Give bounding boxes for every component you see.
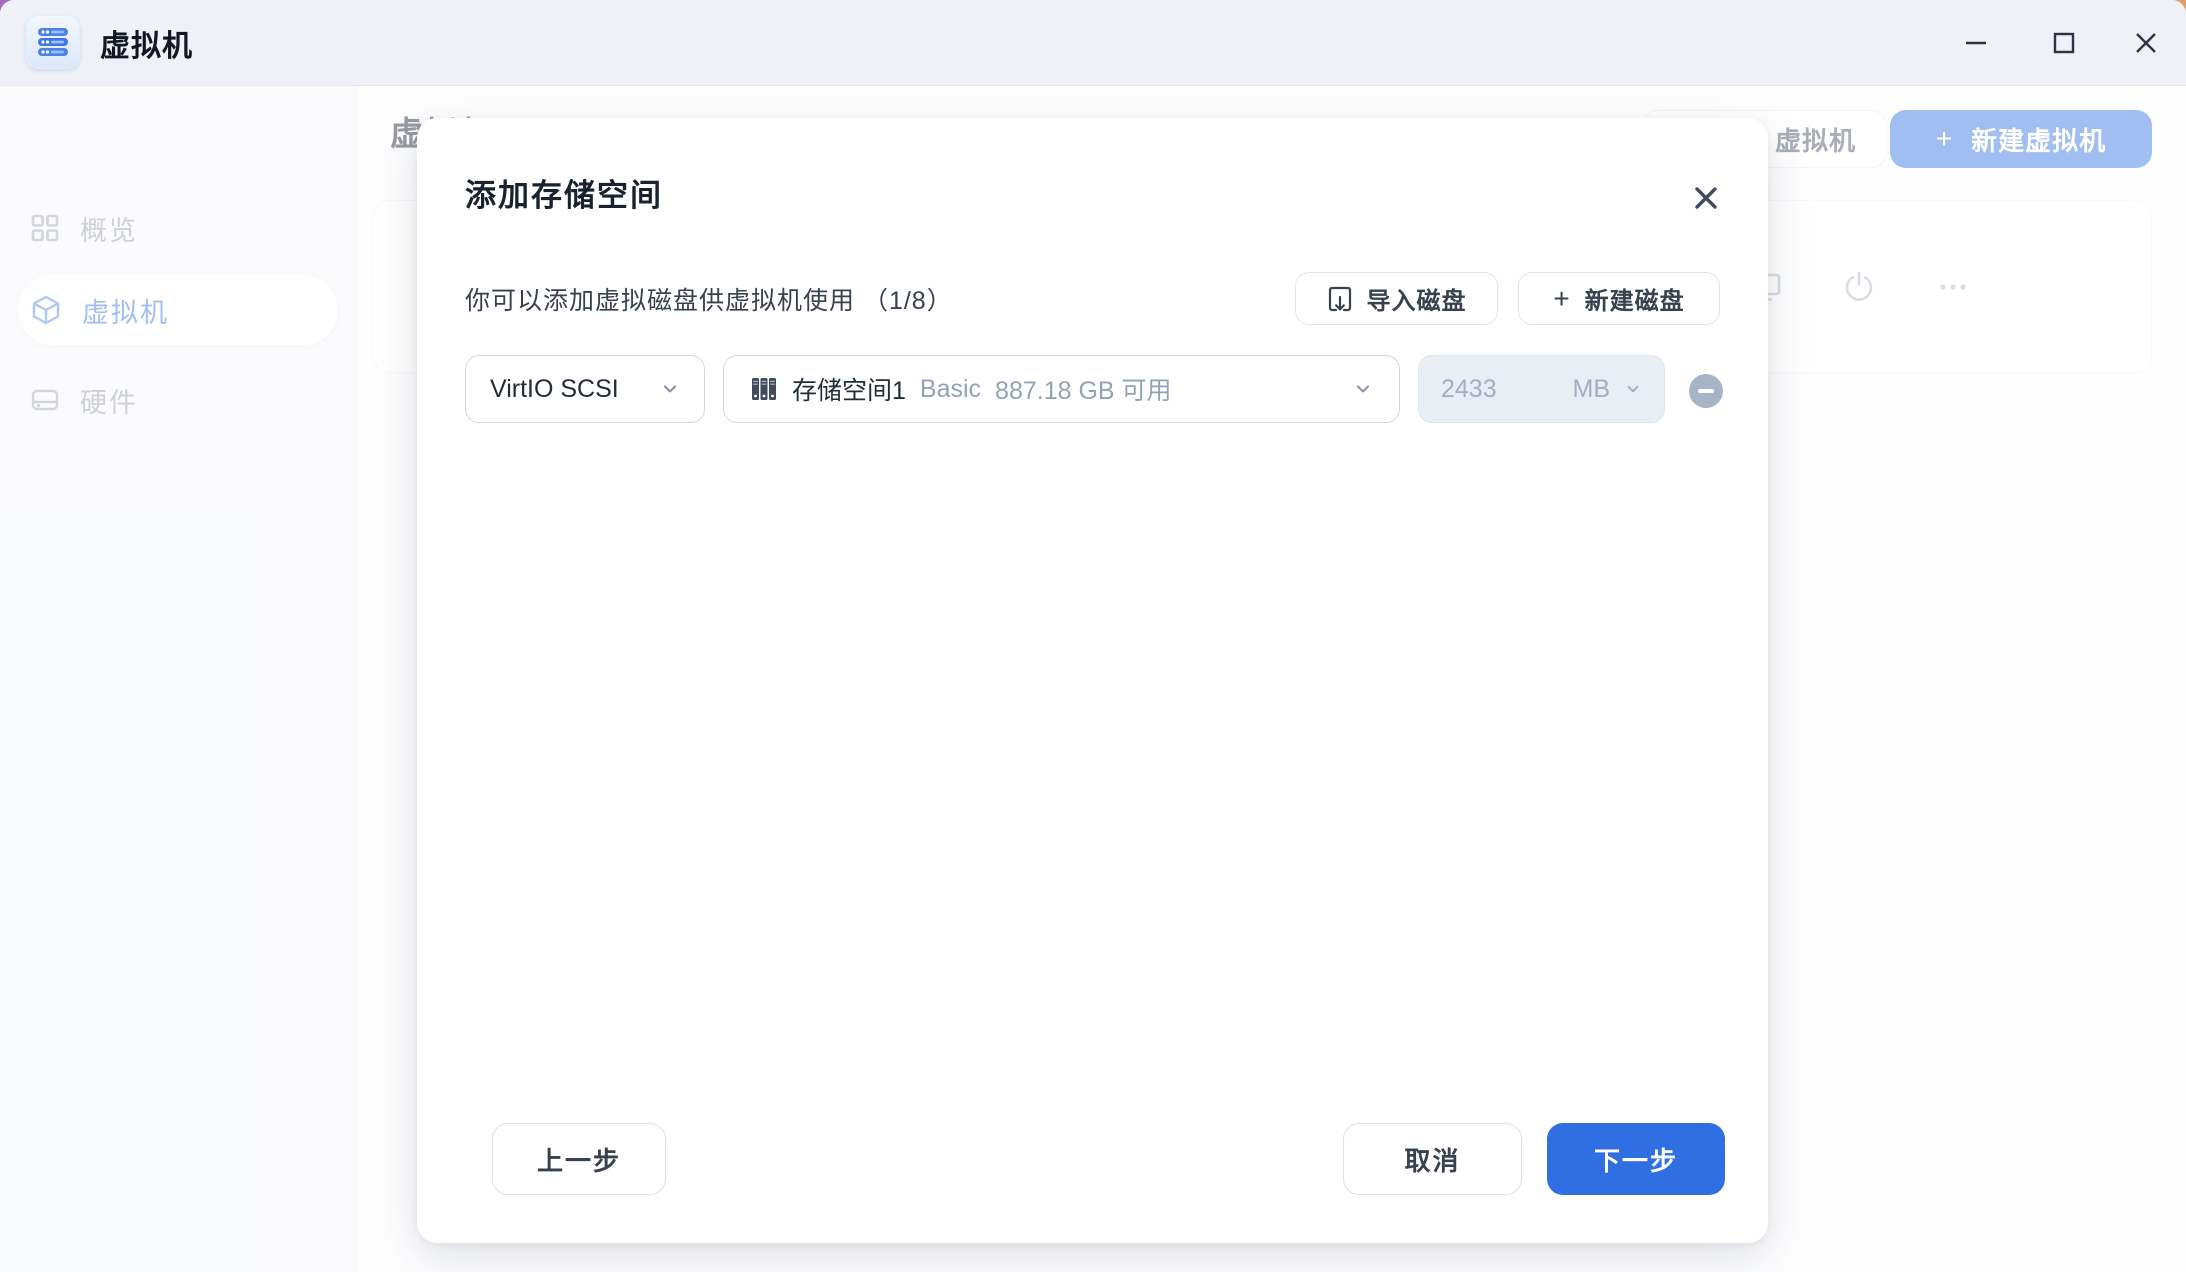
add-storage-dialog: 添加存储空间 你可以添加虚拟磁盘供虚拟机使用 （1/8） 导入磁盘 + 新建磁盘 bbox=[417, 118, 1768, 1243]
chevron-down-icon bbox=[660, 379, 680, 399]
bus-type-select[interactable]: VirtIO SCSI bbox=[465, 355, 705, 423]
window-title: 虚拟机 bbox=[100, 0, 193, 85]
close-icon bbox=[1691, 183, 1721, 213]
dialog-description: 你可以添加虚拟磁盘供虚拟机使用 （1/8） bbox=[465, 272, 953, 325]
new-disk-button[interactable]: + 新建磁盘 bbox=[1518, 272, 1720, 325]
new-disk-label: 新建磁盘 bbox=[1585, 281, 1685, 316]
chevron-down-icon bbox=[1624, 380, 1642, 398]
previous-step-button[interactable]: 上一步 bbox=[492, 1123, 666, 1195]
minimize-button[interactable] bbox=[1946, 0, 2006, 85]
cancel-button[interactable]: 取消 bbox=[1343, 1123, 1522, 1195]
import-disk-button[interactable]: 导入磁盘 bbox=[1295, 272, 1498, 325]
import-disk-label: 导入磁盘 bbox=[1367, 281, 1467, 316]
disk-size-input[interactable] bbox=[1441, 375, 1531, 404]
storage-array-icon bbox=[750, 375, 778, 403]
storage-pool-name: 存储空间1 bbox=[792, 371, 906, 407]
storage-pool-type: Basic bbox=[920, 375, 981, 404]
app-logo bbox=[26, 15, 80, 69]
chevron-down-icon bbox=[1353, 379, 1373, 399]
window-close-icon bbox=[2133, 30, 2159, 56]
dialog-title: 添加存储空间 bbox=[465, 170, 663, 215]
next-step-button[interactable]: 下一步 bbox=[1547, 1123, 1725, 1195]
disk-size-field: MB bbox=[1418, 355, 1665, 423]
next-step-label: 下一步 bbox=[1594, 1141, 1678, 1178]
cancel-label: 取消 bbox=[1404, 1141, 1460, 1178]
storage-pool-free: 887.18 GB 可用 bbox=[995, 371, 1171, 407]
maximize-icon bbox=[2051, 30, 2077, 56]
minimize-icon bbox=[1963, 30, 1989, 56]
app-window: 虚拟机 bbox=[0, 0, 2186, 1272]
remove-disk-button[interactable] bbox=[1689, 374, 1723, 408]
dialog-close-button[interactable] bbox=[1688, 180, 1724, 216]
titlebar: 虚拟机 bbox=[0, 0, 2186, 86]
plus-icon: + bbox=[1553, 285, 1570, 313]
bus-type-value: VirtIO SCSI bbox=[490, 375, 619, 404]
server-stack-icon bbox=[36, 25, 70, 59]
import-file-icon bbox=[1327, 285, 1353, 313]
window-close-button[interactable] bbox=[2116, 0, 2176, 85]
previous-step-label: 上一步 bbox=[537, 1141, 621, 1178]
disk-size-unit: MB bbox=[1573, 375, 1611, 404]
maximize-button[interactable] bbox=[2034, 0, 2094, 85]
storage-pool-select[interactable]: 存储空间1 Basic 887.18 GB 可用 bbox=[723, 355, 1400, 423]
